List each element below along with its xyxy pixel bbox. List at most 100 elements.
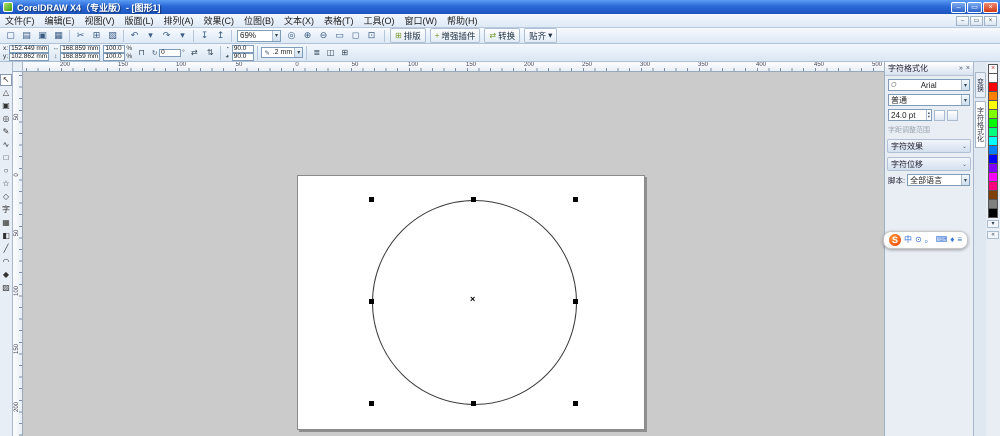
scale-h-input[interactable]: 100.0 (103, 45, 125, 53)
zoom-in-icon[interactable]: ⊕ (300, 29, 315, 42)
selection-handle[interactable] (369, 401, 374, 406)
convert-to-curves-button[interactable]: ◫ (324, 46, 337, 59)
copy-icon[interactable]: ⊞ (89, 29, 104, 42)
outline-width-select[interactable]: ✎ .2 mm ▾ (261, 47, 303, 58)
object-height-input[interactable]: 168.859 mm (60, 53, 100, 61)
basic-shapes-tool[interactable]: ◇ (0, 191, 12, 203)
menu-item-table[interactable]: 表格(T) (319, 14, 359, 27)
redo-icon[interactable]: ↷ (159, 29, 174, 42)
lock-ratio-button[interactable]: ⊓ (135, 46, 148, 59)
layout-button[interactable]: ⊞排版 (390, 28, 426, 43)
redo-list-icon[interactable]: ▾ (175, 29, 190, 42)
arc-end-input[interactable]: 90.0 (232, 53, 254, 61)
docker-close-button[interactable]: × (966, 65, 970, 72)
selection-handle[interactable] (573, 299, 578, 304)
smart-drawing-tool[interactable]: ∿ (0, 139, 12, 151)
zoom-level-select[interactable]: 69% ▾ (237, 30, 281, 42)
paste-icon[interactable]: ▧ (105, 29, 120, 42)
menu-item-window[interactable]: 窗口(W) (400, 14, 443, 27)
undo-list-icon[interactable]: ▾ (143, 29, 158, 42)
font-size-input[interactable]: 24.0 pt ▴ ▾ (888, 109, 932, 121)
selection-handle[interactable] (369, 299, 374, 304)
blend-tool[interactable]: ◧ (0, 230, 12, 242)
mirror-horizontal-button[interactable]: ⇄ (188, 46, 201, 59)
eyedropper-tool[interactable]: ╱ (0, 243, 12, 255)
restore-button[interactable]: ▭ (967, 2, 982, 13)
docker-tab-char-format[interactable]: 字符格式化 (975, 101, 986, 148)
menu-item-tools[interactable]: 工具(O) (359, 14, 400, 27)
zoom-levels-icon[interactable]: ◎ (284, 29, 299, 42)
script-select[interactable]: 全部语言 ▾ (907, 174, 970, 186)
skin-icon[interactable]: ♦ (950, 234, 954, 246)
kerning-option-button[interactable] (934, 110, 945, 121)
toolbox-menu-icon[interactable]: ≡ (957, 234, 962, 246)
import-icon[interactable]: ↧ (197, 29, 212, 42)
freehand-tool[interactable]: ✎ (0, 126, 12, 138)
polygon-tool[interactable]: ☆ (0, 178, 12, 190)
drawing-canvas[interactable]: × (23, 72, 884, 436)
outline-pen-tool[interactable]: ◠ (0, 256, 12, 268)
menu-item-bitmaps[interactable]: 位图(B) (239, 14, 279, 27)
punctuation-icon[interactable]: ⊙ (915, 234, 922, 246)
docker-collapse-button[interactable]: » (959, 65, 963, 72)
menu-item-effects[interactable]: 效果(C) (199, 14, 240, 27)
doc-close-button[interactable]: × (984, 16, 997, 26)
ellipse-tool[interactable]: ○ (0, 165, 12, 177)
save-icon[interactable]: ▣ (35, 29, 50, 42)
selection-handle[interactable] (471, 401, 476, 406)
font-style-select[interactable]: 普通 ▾ (888, 94, 970, 106)
undo-icon[interactable]: ↶ (127, 29, 142, 42)
close-button[interactable]: × (983, 2, 998, 13)
menu-item-edit[interactable]: 编辑(E) (40, 14, 80, 27)
shape-tool[interactable]: △ (0, 87, 12, 99)
plugins-button[interactable]: +增强插件 (430, 28, 481, 43)
rectangle-tool[interactable]: □ (0, 152, 12, 164)
doc-restore-button[interactable]: ▭ (970, 16, 983, 26)
zoom-out-icon[interactable]: ⊖ (316, 29, 331, 42)
zoom-tool[interactable]: ◎ (0, 113, 12, 125)
table-tool[interactable]: ▦ (0, 217, 12, 229)
palette-scroll-down-button[interactable]: ▾ (987, 220, 999, 228)
full-stop-icon[interactable]: 。 (925, 234, 933, 246)
convert-button[interactable]: ⇄转换 (484, 28, 520, 43)
selection-handle[interactable] (471, 197, 476, 202)
menu-item-text[interactable]: 文本(X) (279, 14, 319, 27)
print-icon[interactable]: ▦ (51, 29, 66, 42)
selection-handle[interactable] (369, 197, 374, 202)
text-tool[interactable]: 字 (0, 204, 12, 216)
mirror-vertical-button[interactable]: ⇅ (204, 46, 217, 59)
zoom-selection-icon[interactable]: ▭ (332, 29, 347, 42)
fill-tool[interactable]: ◆ (0, 269, 12, 281)
interactive-fill-tool[interactable]: ▨ (0, 282, 12, 294)
color-swatch[interactable] (988, 208, 998, 218)
sogou-logo-icon[interactable]: S (889, 234, 901, 246)
menu-item-view[interactable]: 视图(V) (80, 14, 120, 27)
format-option-button[interactable] (947, 110, 958, 121)
section-char-effects[interactable]: 字符效果 ⌄ (887, 139, 971, 153)
open-icon[interactable]: ▤ (19, 29, 34, 42)
arc-start-input[interactable]: 90.0 (232, 45, 254, 53)
ruler-origin[interactable] (13, 62, 23, 72)
zoom-width-icon[interactable]: ⊡ (364, 29, 379, 42)
snap-button[interactable]: 贴齐▾ (524, 28, 557, 43)
menu-item-file[interactable]: 文件(F) (0, 14, 40, 27)
minimize-button[interactable]: – (951, 2, 966, 13)
palette-expand-button[interactable]: « (987, 231, 999, 239)
zoom-page-icon[interactable]: ◻ (348, 29, 363, 42)
crop-tool[interactable]: ▣ (0, 100, 12, 112)
doc-minimize-button[interactable]: – (956, 16, 969, 26)
scale-v-input[interactable]: 100.0 (103, 53, 125, 61)
section-char-shift[interactable]: 字符位移 ⌄ (887, 157, 971, 171)
spin-down-icon[interactable]: ▾ (928, 115, 930, 119)
object-width-input[interactable]: 168.859 mm (60, 45, 100, 53)
soft-keyboard-icon[interactable]: ⌨ (936, 234, 948, 246)
vertical-ruler[interactable]: 50050100150200 (13, 72, 23, 436)
docker-tab-transform[interactable]: 变换 (975, 72, 986, 98)
menu-item-layout[interactable]: 版面(L) (120, 14, 159, 27)
export-icon[interactable]: ↥ (213, 29, 228, 42)
font-family-select[interactable]: O Arial ▾ (888, 79, 970, 91)
selection-handle[interactable] (573, 401, 578, 406)
cut-icon[interactable]: ✂ (73, 29, 88, 42)
rotation-angle-input[interactable]: 0 (159, 49, 181, 57)
menu-item-help[interactable]: 帮助(H) (442, 14, 483, 27)
